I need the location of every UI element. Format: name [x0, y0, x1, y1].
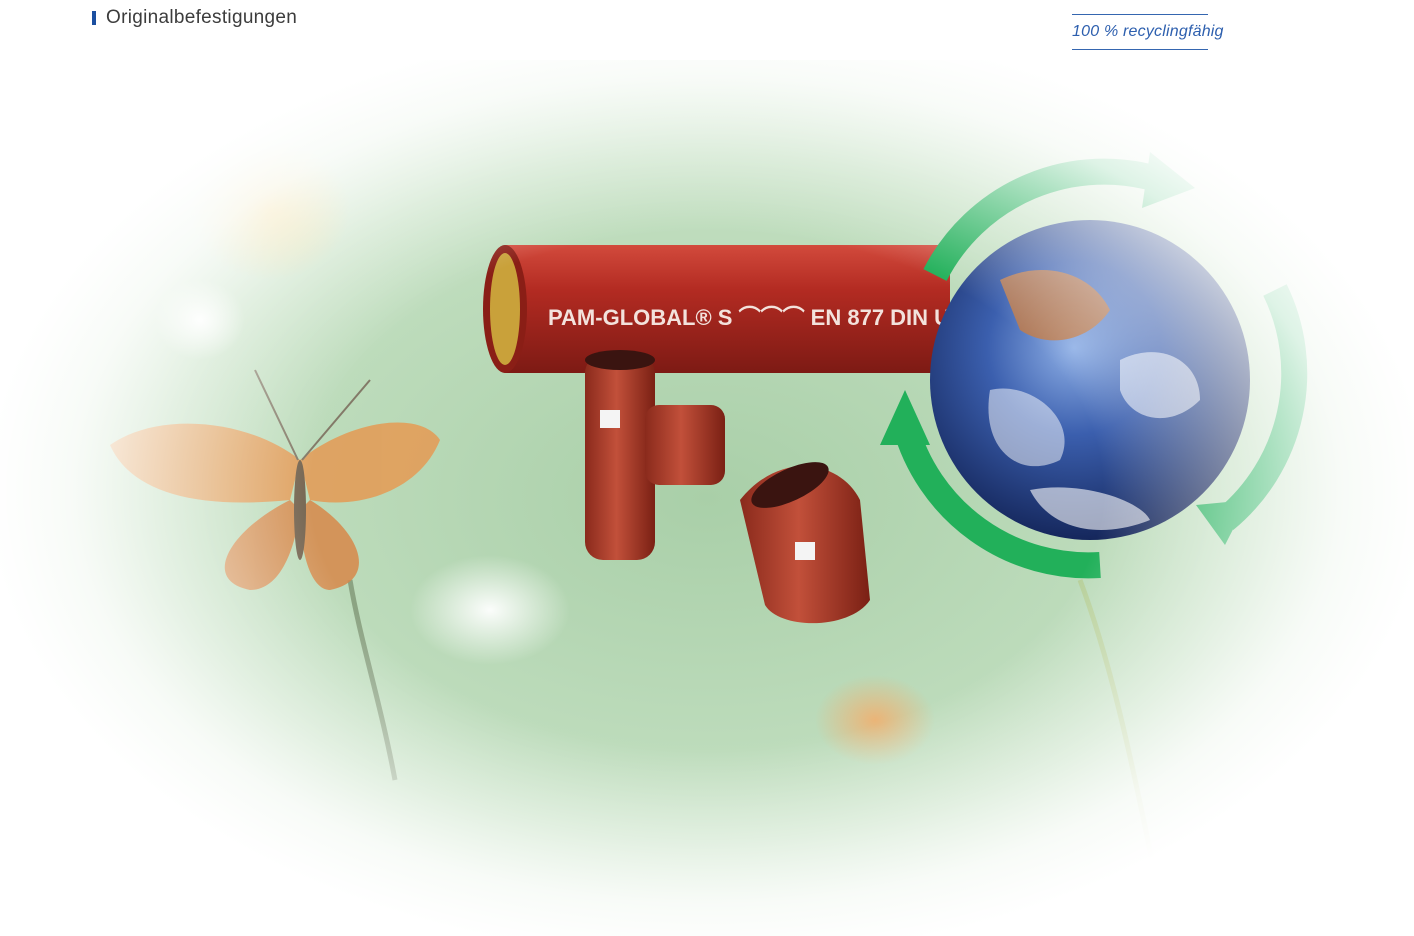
blurred-flower — [155, 280, 245, 360]
bullet-marker — [92, 11, 96, 25]
blurred-flower — [815, 675, 935, 765]
tagline: 100 % recyclingfähig — [1072, 14, 1224, 50]
bullet-heading: Originalbefestigungen — [92, 6, 297, 30]
pipe-print: PAM-GLOBAL® S ⌒⌒⌒ EN 877 DIN U — [548, 305, 950, 330]
tagline-text: 100 % recyclingfähig — [1072, 23, 1224, 40]
product-photo: PAM-GLOBAL® S ⌒⌒⌒ EN 877 DIN U — [0, 60, 1414, 936]
blurred-flower — [410, 555, 570, 665]
cast-iron-pipe: PAM-GLOBAL® S ⌒⌒⌒ EN 877 DIN U — [483, 245, 950, 373]
earth-globe — [930, 220, 1250, 540]
blurred-flower — [190, 140, 350, 280]
tagline-bottom-rule — [1072, 49, 1208, 50]
bullet-label: Originalbefestigungen — [106, 7, 298, 28]
